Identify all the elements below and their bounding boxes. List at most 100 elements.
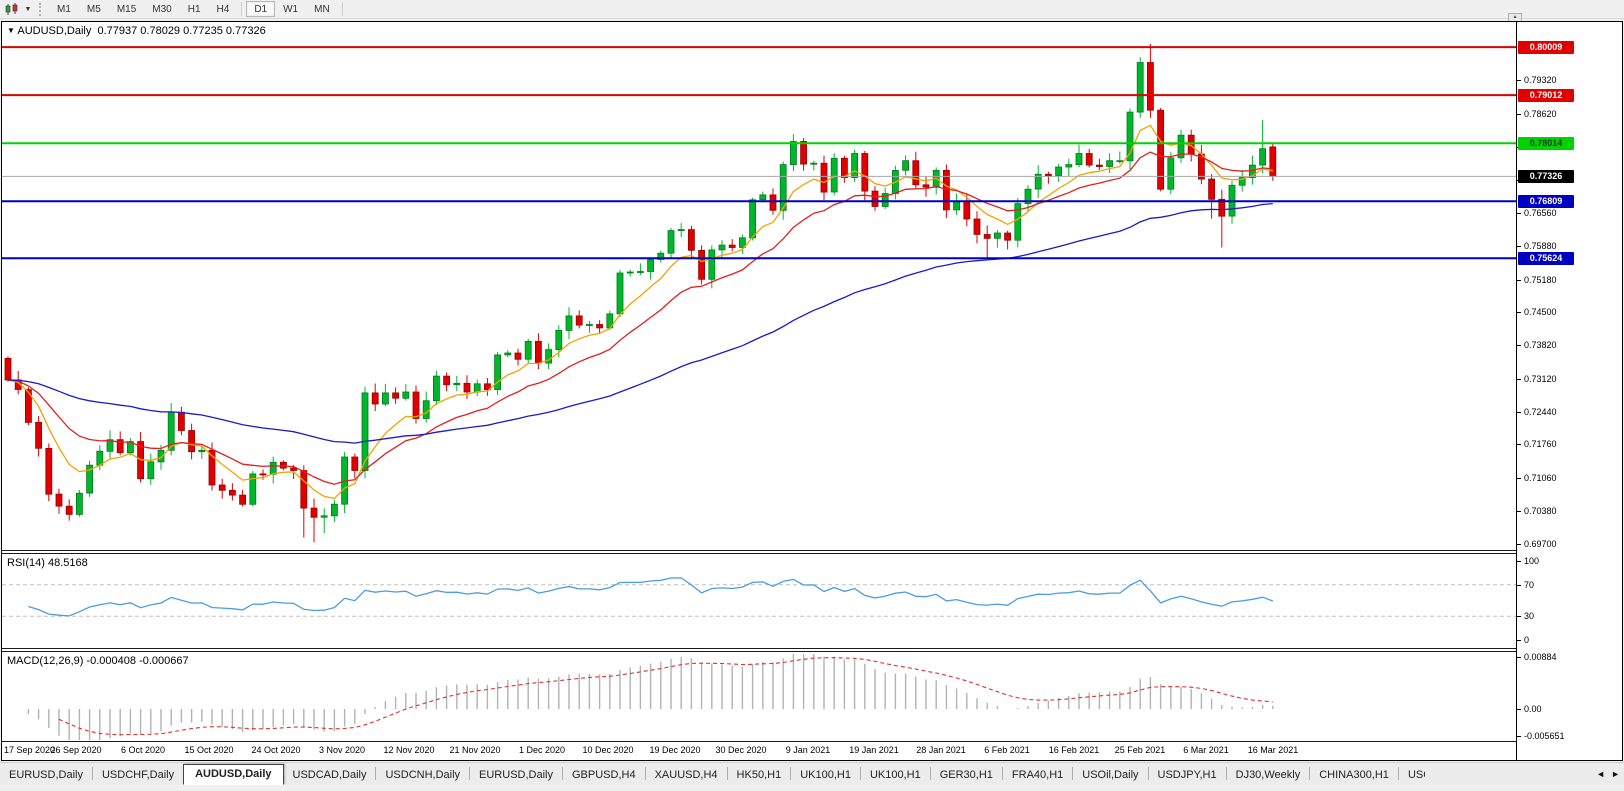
chart-tab-XAUUSD-H4[interactable]: XAUUSD,H4 [646,766,727,785]
price-tick-label: 0.70380 [1524,506,1557,517]
candle-body [403,392,409,398]
chart-tab-GER30-H1[interactable]: GER30,H1 [931,766,1002,785]
candle-body [464,383,470,392]
candle-body [56,494,62,506]
tab-scroll-right-icon[interactable]: ► [1611,769,1620,779]
timeframe-button-M1[interactable]: M1 [49,1,79,17]
price-chart-canvas[interactable] [2,22,1516,550]
candle-body [1045,174,1051,175]
level-price-badge[interactable]: 0.80009 [1518,41,1574,54]
price-chart-panel[interactable]: ▼ AUDUSD,Daily 0.77937 0.78029 0.77235 0… [2,22,1516,550]
candle-body [1168,158,1174,189]
rsi-tick-label: 0 [1524,635,1529,646]
chart-type-dropdown-icon[interactable]: ▼ [22,6,34,13]
candle-body [1117,161,1123,162]
chart-title: ▼ AUDUSD,Daily 0.77937 0.78029 0.77235 0… [7,25,266,37]
chart-tab-EURUSD-Daily[interactable]: EURUSD,Daily [0,766,92,785]
chart-tab-USDCAD-Daily[interactable]: USDCAD,Daily [284,766,376,785]
price-tick-label: 0.69700 [1524,539,1557,550]
chart-tab-EURUSD-Daily[interactable]: EURUSD,Daily [470,766,562,785]
candle-body [637,272,643,273]
time-axis-label: 21 Nov 2020 [449,745,500,755]
time-axis-label: 19 Jan 2021 [849,745,899,755]
timeframe-button-W1[interactable]: W1 [275,1,306,17]
candle-body [291,468,297,470]
timeframe-button-H4[interactable]: H4 [209,1,238,17]
status-bar [0,785,1624,791]
timeframe-button-MN[interactable]: MN [306,1,338,17]
time-axis-label: 15 Oct 2020 [184,745,233,755]
time-axis[interactable]: 17 Sep 202026 Sep 20206 Oct 202015 Oct 2… [2,742,1516,760]
candle-body [423,401,429,419]
level-price-badge[interactable]: 0.79012 [1518,89,1574,102]
price-tick [1517,478,1521,479]
candle-body [566,316,572,331]
time-axis-label: 16 Mar 2021 [1248,745,1299,755]
tab-scroll-left-icon[interactable]: ◄ [1596,769,1605,779]
candle-body [1107,161,1113,167]
macd-tick [1517,657,1521,658]
candle-body [382,393,388,404]
time-axis-label: 12 Nov 2020 [383,745,434,755]
price-tick-label: 0.71060 [1524,473,1557,484]
level-price-badge[interactable]: 0.78014 [1518,137,1574,150]
price-tick-label: 0.79320 [1524,75,1557,86]
candle-body [984,235,990,239]
timeframe-button-M15[interactable]: M15 [109,1,144,17]
candle-body [1209,179,1215,199]
level-price-badge[interactable]: 0.75624 [1518,252,1574,265]
candle-body [1066,165,1072,167]
chart-tab-CHINA300-H1[interactable]: CHINA300,H1 [1310,766,1398,785]
price-tick-label: 0.74500 [1524,307,1557,318]
macd-tick [1517,736,1521,737]
rsi-line [28,578,1272,616]
chart-tab-USO[interactable]: USO [1399,766,1425,785]
chart-tab-HK50-H1[interactable]: HK50,H1 [728,766,791,785]
level-price-badge[interactable]: 0.76809 [1518,195,1574,208]
time-axis-label: 26 Sep 2020 [50,745,101,755]
time-axis-label: 9 Jan 2021 [786,745,831,755]
candle-body [76,493,82,514]
candle-body [454,383,460,384]
candle-body [954,201,960,210]
candle-body [586,325,592,326]
chart-tab-FRA40-H1[interactable]: FRA40,H1 [1003,766,1072,785]
chart-type-icon[interactable] [2,2,22,17]
candle-body [311,508,317,517]
chart-tab-UK100-H1[interactable]: UK100,H1 [861,766,930,785]
candle-body [525,341,531,359]
candle-body [148,462,154,479]
time-axis-label: 6 Mar 2021 [1183,745,1229,755]
moving-average-line [8,204,1273,444]
timeframe-button-H1[interactable]: H1 [180,1,209,17]
price-axis[interactable]: 0.793200.786200.779400.772400.765600.758… [1516,22,1622,760]
price-tick [1517,312,1521,313]
chart-tab-DJ30-Weekly[interactable]: DJ30,Weekly [1227,766,1310,785]
macd-signal-line [59,658,1273,735]
chart-tab-UK100-H1[interactable]: UK100,H1 [791,766,860,785]
timeframe-button-M30[interactable]: M30 [144,1,179,17]
chart-tab-USOil-Daily[interactable]: USOil,Daily [1073,766,1147,785]
candle-body [444,376,450,385]
timeframe-button-M5[interactable]: M5 [79,1,109,17]
candle-body [372,393,378,404]
timeframe-button-D1[interactable]: D1 [246,1,275,17]
candle-body [505,353,511,355]
price-tick [1517,114,1521,115]
timeframe-button-group: M1M5M15M30H1H4 D1W1MN [49,1,338,17]
candle-body [1056,167,1062,176]
candle-body [1005,233,1011,240]
chart-tab-USDCHF-Daily[interactable]: USDCHF,Daily [93,766,183,785]
candle-body [413,392,419,419]
toolbar-grip[interactable] [39,3,44,16]
candle-body [1096,165,1102,166]
candle-body [393,393,399,398]
chart-tab-USDCNH-Daily[interactable]: USDCNH,Daily [376,766,469,785]
chart-tab-GBPUSD-H4[interactable]: GBPUSD,H4 [563,766,645,785]
candle-body [770,195,776,210]
candle-body [668,231,674,254]
collapse-icon[interactable]: ▼ [7,26,15,35]
chart-tab-USDJPY-H1[interactable]: USDJPY,H1 [1149,766,1226,785]
chart-tab-AUDUSD-Daily[interactable]: AUDUSD,Daily [183,764,283,785]
price-tick-label: 0.76560 [1524,208,1557,219]
